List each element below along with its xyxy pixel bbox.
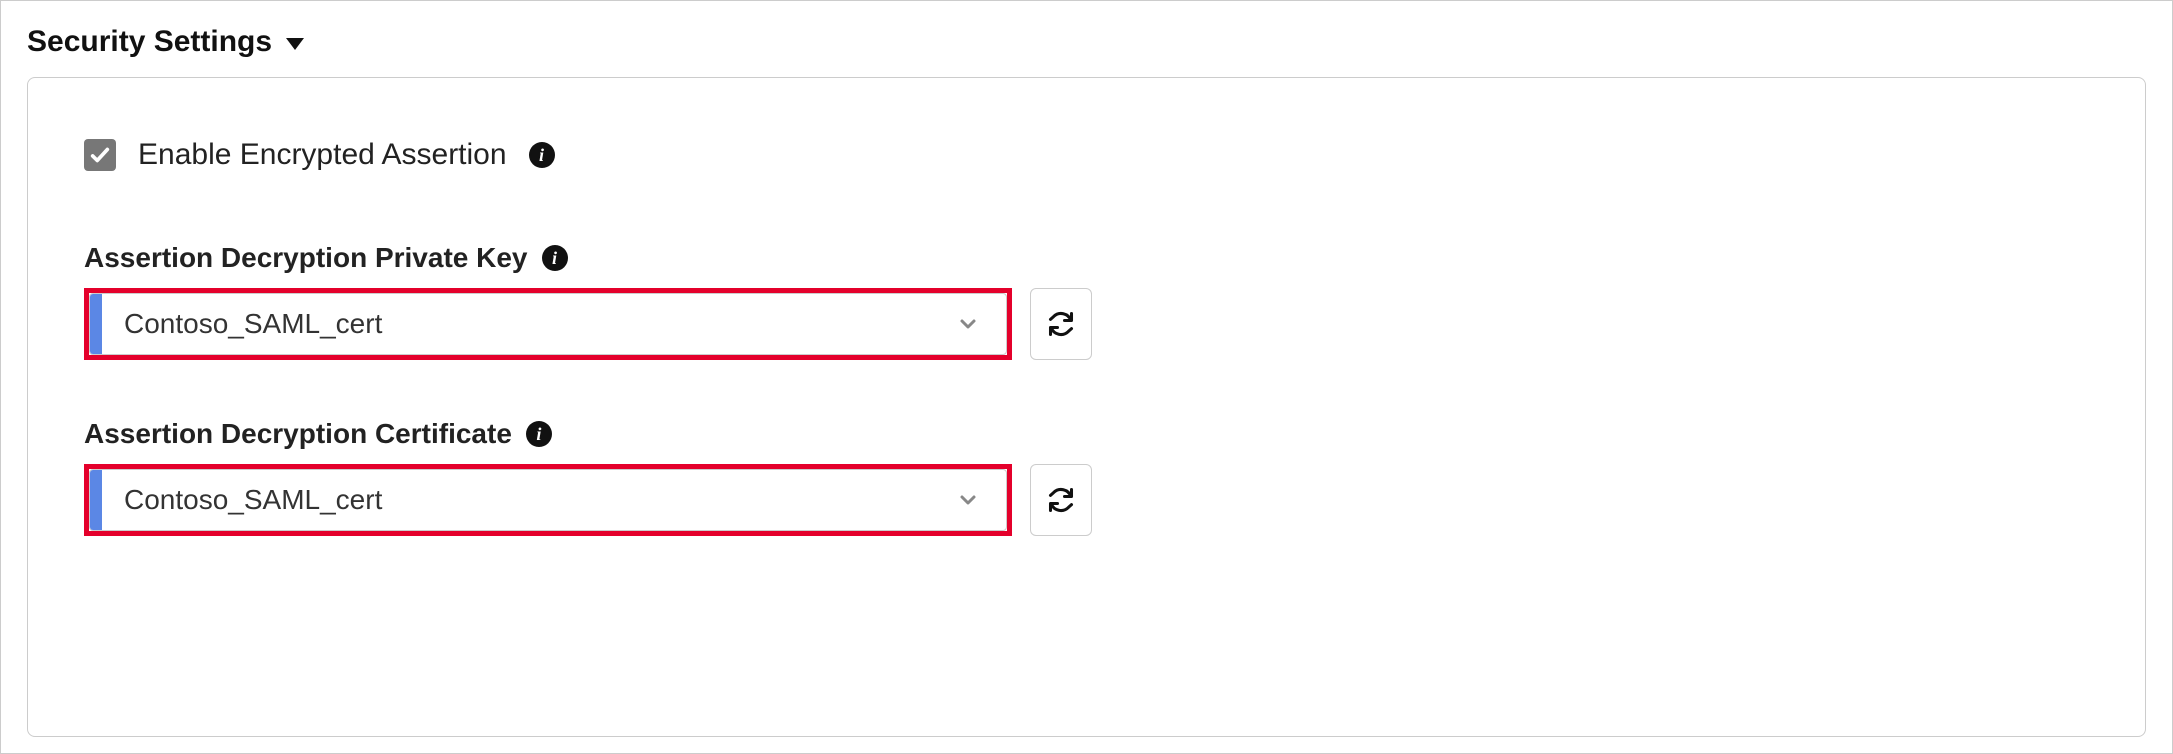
refresh-icon [1047,310,1075,338]
enable-encrypted-assertion-checkbox[interactable] [84,139,116,171]
private-key-control-row: Contoso_SAML_cert [84,288,2089,360]
certificate-field: Assertion Decryption Certificate i Conto… [84,418,2089,536]
certificate-refresh-button[interactable] [1030,464,1092,536]
chevron-down-icon [930,488,1006,512]
highlight-box: Contoso_SAML_cert [84,464,1012,536]
settings-panel: Enable Encrypted Assertion i Assertion D… [27,77,2146,737]
select-accent-bar [90,470,102,530]
info-icon[interactable]: i [529,142,555,168]
chevron-down-icon [930,312,1006,336]
certificate-label-row: Assertion Decryption Certificate i [84,418,2089,450]
certificate-label: Assertion Decryption Certificate [84,418,512,450]
certificate-control-row: Contoso_SAML_cert [84,464,2089,536]
highlight-box: Contoso_SAML_cert [84,288,1012,360]
private-key-select[interactable]: Contoso_SAML_cert [89,293,1007,355]
certificate-select[interactable]: Contoso_SAML_cert [89,469,1007,531]
section-header[interactable]: Security Settings [27,25,2146,59]
private-key-refresh-button[interactable] [1030,288,1092,360]
caret-down-icon [286,38,304,50]
enable-encrypted-assertion-row: Enable Encrypted Assertion i [84,138,2089,172]
select-accent-bar [90,294,102,354]
info-icon[interactable]: i [526,421,552,447]
private-key-value: Contoso_SAML_cert [102,308,930,340]
section-title: Security Settings [27,25,272,59]
check-icon [89,144,111,166]
refresh-icon [1047,486,1075,514]
private-key-label: Assertion Decryption Private Key [84,242,528,274]
private-key-label-row: Assertion Decryption Private Key i [84,242,2089,274]
security-settings-container: Security Settings Enable Encrypted Asser… [0,0,2173,754]
enable-encrypted-assertion-label: Enable Encrypted Assertion [138,138,507,172]
private-key-field: Assertion Decryption Private Key i Conto… [84,242,2089,360]
info-icon[interactable]: i [542,245,568,271]
certificate-value: Contoso_SAML_cert [102,484,930,516]
